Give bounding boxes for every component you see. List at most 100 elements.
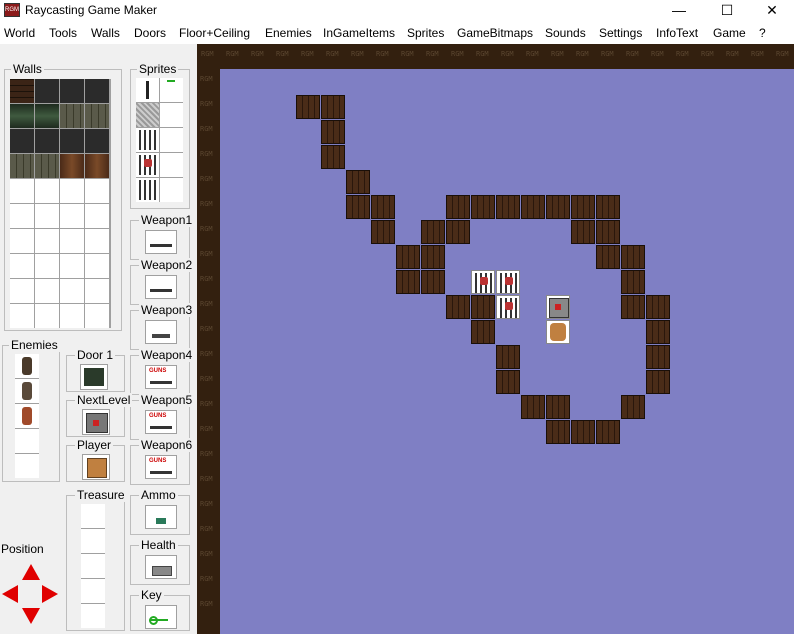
wall-slot[interactable] bbox=[85, 79, 109, 103]
map-wall-tile[interactable] bbox=[571, 220, 595, 244]
level-map[interactable]: RGM RGM RGM RGM RGM RGM RGM RGM RGM RGM RGM RGM RGM R… bbox=[197, 44, 794, 634]
enemy-slot[interactable] bbox=[15, 429, 39, 453]
menu-game[interactable]: Game bbox=[713, 26, 746, 40]
wall-slot[interactable] bbox=[10, 129, 34, 153]
weapon3-slot[interactable] bbox=[145, 320, 177, 344]
map-wall-tile[interactable] bbox=[646, 320, 670, 344]
sprite-slot[interactable] bbox=[160, 153, 183, 177]
treasure-slot[interactable] bbox=[81, 579, 105, 603]
wall-slot[interactable] bbox=[35, 104, 59, 128]
sprite-slot[interactable] bbox=[160, 178, 183, 202]
wall-slot[interactable] bbox=[35, 154, 59, 178]
wall-slot[interactable] bbox=[35, 129, 59, 153]
wall-slot[interactable] bbox=[10, 254, 34, 278]
map-sprite-cage[interactable] bbox=[496, 295, 520, 319]
menu-walls[interactable]: Walls bbox=[91, 26, 120, 40]
arrow-right-icon[interactable] bbox=[42, 585, 58, 603]
sprite-slot[interactable] bbox=[136, 78, 159, 102]
wall-slot[interactable] bbox=[85, 229, 109, 253]
door-slot[interactable] bbox=[80, 364, 108, 390]
menu-ingameitems[interactable]: InGameItems bbox=[323, 26, 395, 40]
map-wall-tile[interactable] bbox=[546, 195, 570, 219]
map-wall-tile[interactable] bbox=[346, 195, 370, 219]
sprite-slot[interactable] bbox=[160, 103, 183, 127]
wall-slot[interactable] bbox=[60, 179, 84, 203]
map-wall-tile[interactable] bbox=[546, 420, 570, 444]
menu-infotext[interactable]: InfoText bbox=[656, 26, 698, 40]
wall-slot[interactable] bbox=[60, 129, 84, 153]
arrow-left-icon[interactable] bbox=[2, 585, 18, 603]
map-wall-tile[interactable] bbox=[621, 295, 645, 319]
menu-enemies[interactable]: Enemies bbox=[265, 26, 312, 40]
ammo-slot[interactable] bbox=[145, 505, 177, 529]
map-wall-tile[interactable] bbox=[296, 95, 320, 119]
wall-slot[interactable] bbox=[10, 79, 34, 103]
treasure-slot[interactable] bbox=[81, 529, 105, 553]
map-wall-tile[interactable] bbox=[421, 270, 445, 294]
maximize-button[interactable]: ☐ bbox=[705, 0, 749, 22]
wall-slot[interactable] bbox=[35, 179, 59, 203]
minimize-button[interactable]: — bbox=[657, 0, 701, 22]
menu-floor-ceiling[interactable]: Floor+Ceiling bbox=[179, 26, 250, 40]
weapon4-slot[interactable]: GUNS bbox=[145, 365, 177, 389]
map-wall-tile[interactable] bbox=[371, 220, 395, 244]
map-wall-tile[interactable] bbox=[621, 270, 645, 294]
map-wall-tile[interactable] bbox=[471, 195, 495, 219]
sprite-slot[interactable] bbox=[136, 178, 159, 202]
wall-slot[interactable] bbox=[85, 129, 109, 153]
map-wall-tile[interactable] bbox=[346, 170, 370, 194]
map-wall-tile[interactable] bbox=[321, 145, 345, 169]
wall-slot[interactable] bbox=[85, 254, 109, 278]
map-wall-tile[interactable] bbox=[596, 220, 620, 244]
menu-settings[interactable]: Settings bbox=[599, 26, 642, 40]
wall-slot[interactable] bbox=[85, 304, 109, 328]
key-slot[interactable] bbox=[145, 605, 177, 629]
sprite-slot[interactable] bbox=[136, 153, 159, 177]
wall-slot[interactable] bbox=[10, 104, 34, 128]
wall-slot[interactable] bbox=[10, 279, 34, 303]
map-wall-tile[interactable] bbox=[496, 195, 520, 219]
wall-slot[interactable] bbox=[85, 154, 109, 178]
weapon5-slot[interactable]: GUNS bbox=[145, 410, 177, 434]
menu-doors[interactable]: Doors bbox=[134, 26, 166, 40]
wall-slot[interactable] bbox=[85, 179, 109, 203]
sprite-slot[interactable] bbox=[136, 103, 159, 127]
menu-sprites[interactable]: Sprites bbox=[407, 26, 444, 40]
map-wall-tile[interactable] bbox=[446, 295, 470, 319]
map-wall-tile[interactable] bbox=[596, 245, 620, 269]
player-slot[interactable] bbox=[82, 454, 110, 480]
map-sprite-cage[interactable] bbox=[496, 270, 520, 294]
sprite-slot[interactable] bbox=[160, 128, 183, 152]
wall-slot[interactable] bbox=[10, 179, 34, 203]
map-wall-tile[interactable] bbox=[446, 220, 470, 244]
map-wall-tile[interactable] bbox=[471, 295, 495, 319]
treasure-slot[interactable] bbox=[81, 604, 105, 628]
wall-slot[interactable] bbox=[60, 104, 84, 128]
wall-slot[interactable] bbox=[60, 254, 84, 278]
map-sprite-cage[interactable] bbox=[471, 270, 495, 294]
treasure-slot[interactable] bbox=[81, 554, 105, 578]
health-slot[interactable] bbox=[145, 555, 177, 579]
map-nextlevel-switch[interactable] bbox=[546, 295, 570, 319]
map-wall-tile[interactable] bbox=[621, 245, 645, 269]
map-wall-tile[interactable] bbox=[321, 95, 345, 119]
map-wall-tile[interactable] bbox=[646, 370, 670, 394]
enemy-slot[interactable] bbox=[15, 379, 39, 403]
wall-slot[interactable] bbox=[35, 204, 59, 228]
map-wall-tile[interactable] bbox=[521, 395, 545, 419]
wall-slot[interactable] bbox=[60, 204, 84, 228]
map-wall-tile[interactable] bbox=[446, 195, 470, 219]
weapon6-slot[interactable]: GUNS bbox=[145, 455, 177, 479]
map-wall-tile[interactable] bbox=[396, 270, 420, 294]
wall-slot[interactable] bbox=[85, 104, 109, 128]
map-wall-tile[interactable] bbox=[421, 220, 445, 244]
nextlevel-slot[interactable] bbox=[82, 409, 110, 435]
map-wall-tile[interactable] bbox=[596, 420, 620, 444]
menu-sounds[interactable]: Sounds bbox=[545, 26, 586, 40]
enemy-slot[interactable] bbox=[15, 354, 39, 378]
wall-slot[interactable] bbox=[60, 229, 84, 253]
enemy-slot[interactable] bbox=[15, 404, 39, 428]
wall-slot[interactable] bbox=[35, 254, 59, 278]
map-wall-tile[interactable] bbox=[571, 420, 595, 444]
map-wall-tile[interactable] bbox=[396, 245, 420, 269]
